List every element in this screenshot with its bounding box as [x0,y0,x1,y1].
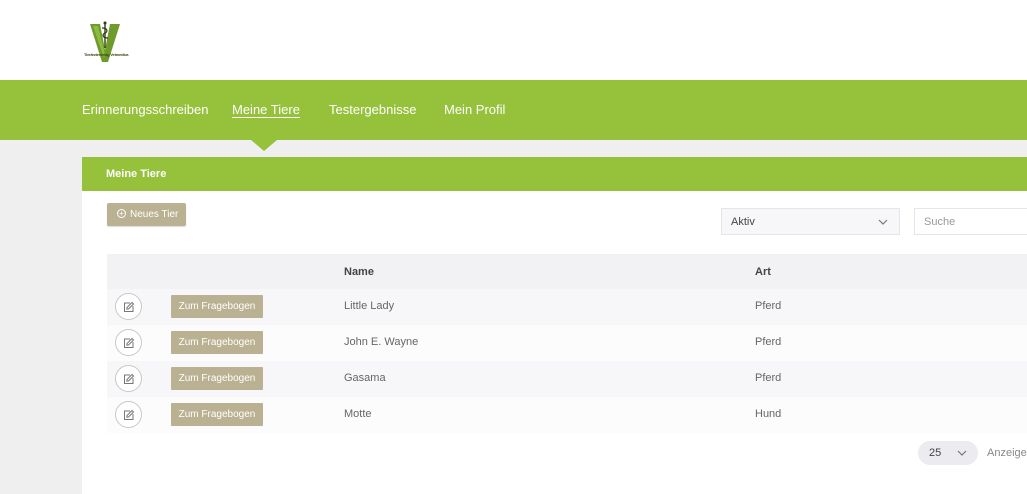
edit-icon [124,337,135,348]
table-header: Name Art [107,254,1027,289]
new-animal-button[interactable]: + Neues Tier [107,203,186,226]
animals-table: Name Art Zum Fragebogen Little Lady Pfer… [107,254,1027,433]
nav-item-mein-profil[interactable]: Mein Profil [444,102,505,117]
active-nav-indicator [251,140,277,151]
page-size-select[interactable]: 25 [918,441,978,465]
questionnaire-button[interactable]: Zum Fragebogen [171,331,263,354]
panel-title: Meine Tiere [106,168,167,180]
animal-name: John E. Wayne [344,336,419,348]
questionnaire-button[interactable]: Zum Fragebogen [171,295,263,318]
animal-name: Little Lady [344,300,395,312]
column-header-art[interactable]: Art [755,266,771,278]
table-row: Zum Fragebogen Gasama Pferd [107,361,1027,397]
edit-button[interactable] [115,293,142,320]
panel-header: Meine Tiere [82,157,1027,191]
plus-circle-icon: + [117,209,126,218]
status-filter-value: Aktiv [731,216,755,228]
edit-icon [124,409,135,420]
table-row: Zum Fragebogen Little Lady Pferd [107,289,1027,325]
main-navigation: Erinnerungsschreiben Meine Tiere Testerg… [0,80,1027,140]
nav-item-meine-tiere[interactable]: Meine Tiere [232,102,300,117]
edit-icon [124,301,135,312]
page-size-value: 25 [929,447,942,459]
table-row: Zum Fragebogen John E. Wayne Pferd [107,325,1027,361]
animal-type: Pferd [755,372,782,384]
chevron-down-icon [878,219,888,225]
animal-name: Motte [344,408,372,420]
new-animal-label: Neues Tier [130,209,179,220]
top-header: Tierärzteverlag Vetmedica [0,0,1027,80]
edit-button[interactable] [115,329,142,356]
chevron-down-icon [957,450,967,456]
logo-text: Tierärzteverlag Vetmedica [84,52,129,57]
animal-type: Pferd [755,336,782,348]
edit-button[interactable] [115,365,142,392]
table-row: Zum Fragebogen Motte Hund [107,397,1027,433]
questionnaire-button[interactable]: Zum Fragebogen [171,367,263,390]
logo[interactable]: Tierärzteverlag Vetmedica [84,20,129,64]
animal-name: Gasama [344,372,386,384]
nav-item-erinnerungsschreiben[interactable]: Erinnerungsschreiben [82,102,208,117]
column-header-name[interactable]: Name [344,266,374,278]
page-size-label: Anzeigen [987,447,1027,459]
edit-icon [124,373,135,384]
animal-type: Hund [755,408,782,420]
nav-item-testergebnisse[interactable]: Testergebnisse [329,102,416,117]
search-input[interactable] [914,208,1027,235]
animals-panel: Meine Tiere + Neues Tier Aktiv Name Art … [82,157,1027,494]
questionnaire-button[interactable]: Zum Fragebogen [171,403,263,426]
edit-button[interactable] [115,401,142,428]
animal-type: Pferd [755,300,782,312]
status-filter-select[interactable]: Aktiv [721,208,900,235]
